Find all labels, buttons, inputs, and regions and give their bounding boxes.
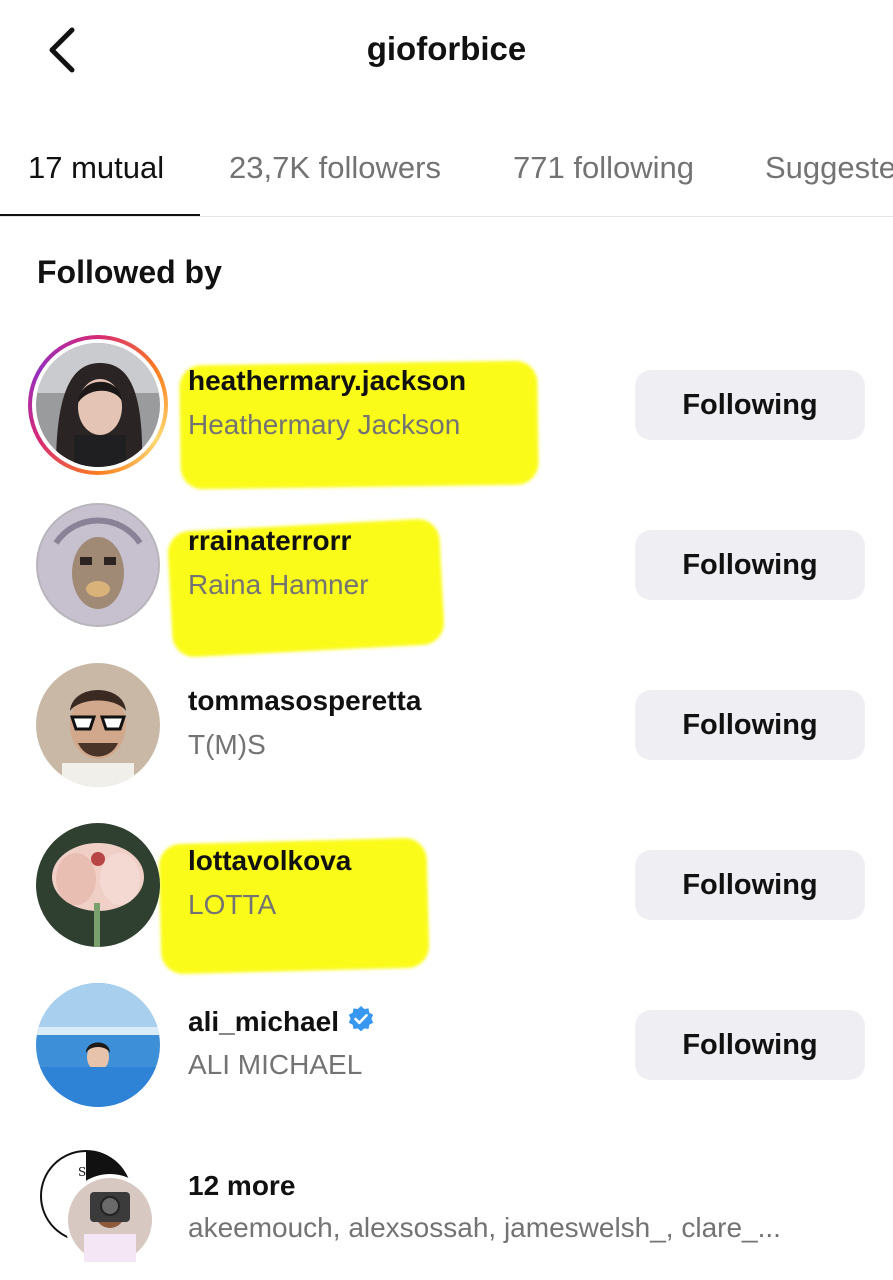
list-item[interactable]: heathermary.jackson Heathermary Jackson …	[0, 335, 893, 495]
more-count[interactable]: 12 more	[188, 1170, 295, 1202]
avatar[interactable]	[28, 495, 168, 635]
avatar[interactable]	[28, 815, 168, 955]
avatar[interactable]	[28, 975, 168, 1115]
tab-following[interactable]: 771 following	[513, 150, 694, 186]
username[interactable]: tommasosperetta	[188, 685, 421, 717]
verified-badge-icon	[348, 1006, 374, 1032]
stacked-avatars[interactable]: S²	[38, 1148, 168, 1268]
full-name: Heathermary Jackson	[188, 409, 461, 440]
username[interactable]: ali_michael	[188, 1005, 375, 1038]
more-names: akeemouch, alexsossah, jameswelsh_, clar…	[188, 1212, 781, 1243]
page-title: gioforbice	[366, 30, 527, 67]
profile-photo	[36, 983, 160, 1107]
svg-text:S²: S²	[78, 1165, 91, 1179]
avatar[interactable]	[28, 655, 168, 795]
username[interactable]: rrainaterrorr	[188, 525, 351, 557]
following-button[interactable]: Following	[635, 690, 865, 760]
active-tab-indicator	[0, 214, 200, 216]
section-title: Followed by	[37, 254, 222, 290]
list-item[interactable]: ali_michael ALI MICHAEL Following	[0, 975, 893, 1135]
profile-photo	[36, 663, 160, 787]
list-item[interactable]: rrainaterrorr Raina Hamner Following	[0, 495, 893, 659]
list-item[interactable]: tommasosperetta T(M)S Following	[0, 655, 893, 815]
top-bar: gioforbice	[0, 0, 893, 100]
full-name: T(M)S	[188, 729, 266, 760]
list-item[interactable]: lottavolkova LOTTA Following	[0, 815, 893, 975]
profile-photo	[36, 343, 160, 467]
following-button[interactable]: Following	[635, 850, 865, 920]
following-button[interactable]: Following	[635, 1010, 865, 1080]
tab-followers[interactable]: 23,7K followers	[229, 150, 441, 186]
avatar[interactable]	[28, 335, 168, 475]
tab-mutual[interactable]: 17 mutual	[28, 150, 164, 186]
tab-bar: 17 mutual 23,7K followers 771 following …	[0, 128, 893, 217]
profile-photo	[36, 823, 160, 947]
following-button[interactable]: Following	[635, 530, 865, 600]
following-button[interactable]: Following	[635, 370, 865, 440]
full-name: Raina Hamner	[188, 569, 369, 600]
full-name: LOTTA	[188, 889, 277, 920]
username-text: ali_michael	[188, 1006, 339, 1037]
tab-suggested[interactable]: Suggested	[765, 150, 893, 186]
avatar-stack: S²	[40, 1150, 156, 1266]
full-name: ALI MICHAEL	[188, 1049, 363, 1080]
profile-photo	[36, 503, 160, 627]
username[interactable]: heathermary.jackson	[188, 365, 466, 397]
username[interactable]: lottavolkova	[188, 845, 351, 877]
